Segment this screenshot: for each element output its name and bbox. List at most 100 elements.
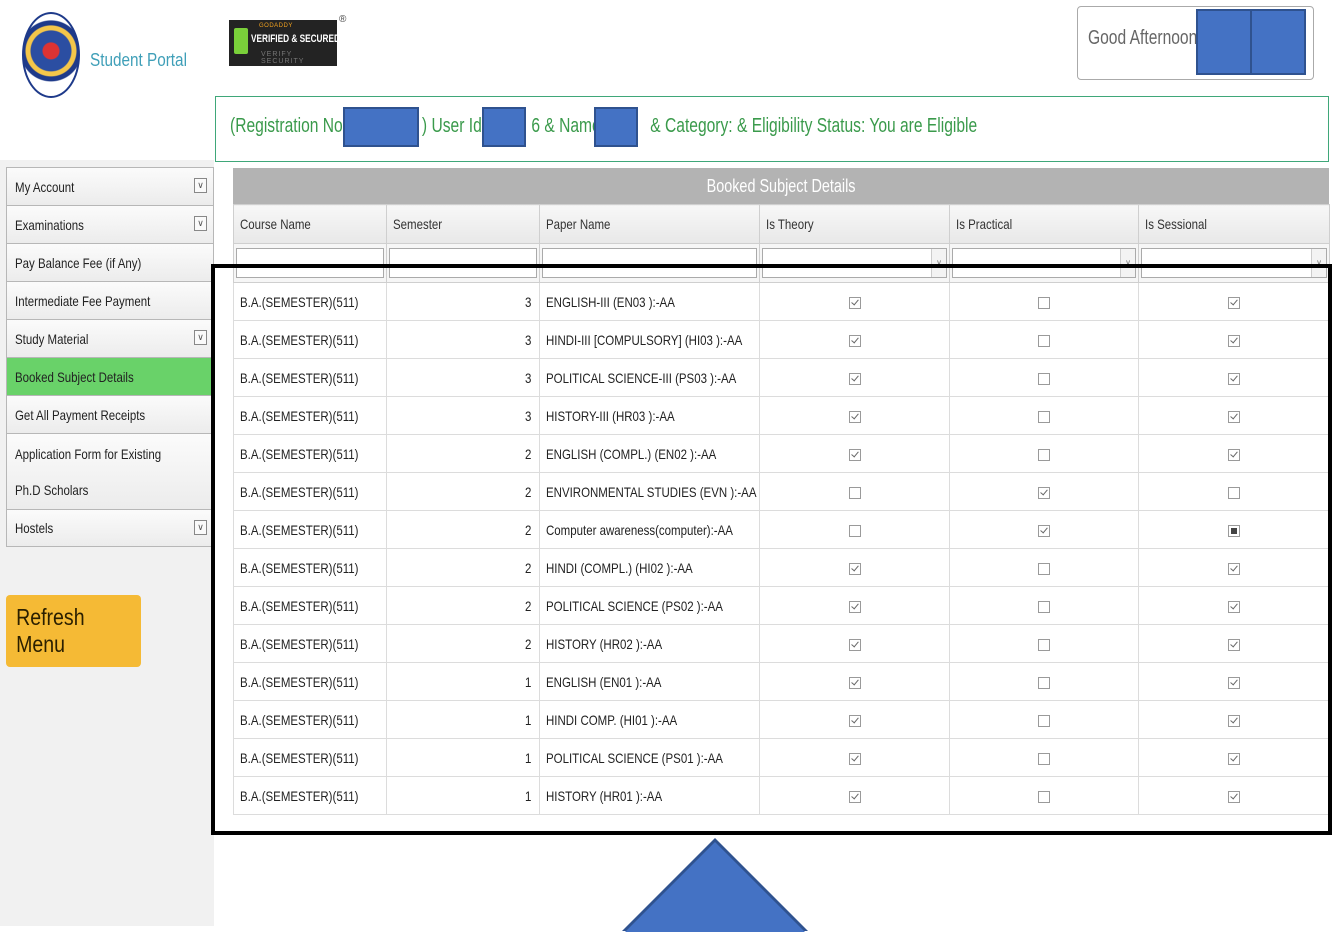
theory-checkbox[interactable] xyxy=(848,676,861,689)
column-header[interactable]: Course Name xyxy=(233,204,387,244)
semester-cell: 1 xyxy=(386,662,540,701)
column-header[interactable]: Is Practical xyxy=(949,204,1139,244)
table-row[interactable]: B.A.(SEMESTER)(511) 1 ENGLISH (EN01 ):-AA xyxy=(233,662,1330,701)
table-row[interactable]: B.A.(SEMESTER)(511) 2 HISTORY (HR02 ):-AA xyxy=(233,624,1330,663)
sidebar-item-get-all-payment-receipts[interactable]: Get All Payment Receipts xyxy=(6,395,214,433)
sessional-checkbox[interactable] xyxy=(1228,372,1240,385)
filter-select[interactable]: ∨ xyxy=(1141,248,1327,278)
practical-checkbox[interactable] xyxy=(1038,714,1050,727)
sessional-checkbox[interactable] xyxy=(1228,752,1240,765)
semester-text: 3 xyxy=(525,369,532,386)
practical-checkbox[interactable] xyxy=(1038,448,1050,461)
theory-checkbox[interactable] xyxy=(848,410,861,423)
table-row[interactable]: B.A.(SEMESTER)(511) 3 ENGLISH-III (EN03 ):… xyxy=(233,282,1330,321)
chevron-down-icon[interactable]: ∨ xyxy=(1120,249,1135,277)
sessional-checkbox[interactable] xyxy=(1228,410,1240,423)
paper-text: POLITICAL SCIENCE (PS02 ):-AA xyxy=(546,597,723,614)
course-text: B.A.(SEMESTER)(511) xyxy=(240,749,359,766)
sidebar-item-examinations[interactable]: Examinations ∨ xyxy=(6,205,214,243)
sessional-checkbox[interactable] xyxy=(1228,448,1240,461)
table-row[interactable]: B.A.(SEMESTER)(511) 1 HINDI COMP. (HI01 ):… xyxy=(233,700,1330,739)
chevron-down-icon[interactable]: ∨ xyxy=(1311,249,1326,277)
sessional-checkbox[interactable] xyxy=(1228,562,1240,575)
sidebar-item-my-account[interactable]: My Account ∨ xyxy=(6,167,214,205)
theory-checkbox[interactable] xyxy=(848,714,861,727)
sidebar-item-study-material[interactable]: Study Material ∨ xyxy=(6,319,214,357)
sessional-checkbox[interactable] xyxy=(1228,486,1240,499)
sidebar-item-application-form-for-existing-ph-d-scholars[interactable]: Application Form for Existing Ph.D Schol… xyxy=(6,433,214,509)
column-header[interactable]: Is Theory xyxy=(759,204,950,244)
theory-checkbox[interactable] xyxy=(848,524,861,537)
sessional-checkbox[interactable] xyxy=(1228,714,1240,727)
theory-checkbox[interactable] xyxy=(848,752,861,765)
practical-checkbox[interactable] xyxy=(1038,372,1050,385)
filter-input[interactable] xyxy=(236,248,384,278)
table-row[interactable]: B.A.(SEMESTER)(511) 2 HINDI (COMPL.) (HI02… xyxy=(233,548,1330,587)
table-row[interactable]: B.A.(SEMESTER)(511) 2 Computer awareness(c… xyxy=(233,510,1330,549)
practical-checkbox[interactable] xyxy=(1038,638,1050,651)
sessional-checkbox[interactable] xyxy=(1228,790,1240,803)
practical-checkbox[interactable] xyxy=(1038,676,1050,689)
theory-checkbox[interactable] xyxy=(848,296,861,309)
verified-secured-badge[interactable]: GODADDY VERIFIED & SECURED VERIFY SECURI… xyxy=(229,14,346,66)
table-row[interactable]: B.A.(SEMESTER)(511) 3 HISTORY-III (HR03 ):… xyxy=(233,396,1330,435)
theory-checkbox[interactable] xyxy=(848,334,861,347)
filter-input[interactable] xyxy=(389,248,537,278)
sessional-checkbox[interactable] xyxy=(1228,296,1240,309)
practical-checkbox[interactable] xyxy=(1038,790,1050,803)
sessional-checkbox[interactable] xyxy=(1228,638,1240,651)
table-row[interactable]: B.A.(SEMESTER)(511) 2 ENVIRONMENTAL STUDIE… xyxy=(233,472,1330,511)
semester-text: 2 xyxy=(525,483,532,500)
column-header-label: Paper Name xyxy=(546,216,611,232)
sessional-checkbox[interactable] xyxy=(1228,676,1240,689)
column-header[interactable]: Is Sessional xyxy=(1138,204,1330,244)
theory-cell xyxy=(759,776,950,815)
table-row[interactable]: B.A.(SEMESTER)(511) 2 POLITICAL SCIENCE (P… xyxy=(233,586,1330,625)
table-row[interactable]: B.A.(SEMESTER)(511) 1 HISTORY (HR01 ):-AA xyxy=(233,776,1330,815)
table-row[interactable]: B.A.(SEMESTER)(511) 3 HINDI-III [COMPULSOR… xyxy=(233,320,1330,359)
practical-checkbox[interactable] xyxy=(1038,486,1050,499)
filter-select[interactable]: ∨ xyxy=(762,248,947,278)
practical-cell xyxy=(949,282,1139,321)
chevron-down-icon[interactable]: ∨ xyxy=(194,520,207,535)
theory-checkbox[interactable] xyxy=(848,372,861,385)
column-header[interactable]: Semester xyxy=(386,204,540,244)
sidebar-item-booked-subject-details[interactable]: Booked Subject Details xyxy=(6,357,214,395)
practical-checkbox[interactable] xyxy=(1038,752,1050,765)
chevron-down-icon[interactable]: ∨ xyxy=(194,216,207,231)
sessional-checkbox[interactable] xyxy=(1228,600,1240,613)
practical-checkbox[interactable] xyxy=(1038,562,1050,575)
paper-cell: HINDI (COMPL.) (HI02 ):-AA xyxy=(539,548,760,587)
table-row[interactable]: B.A.(SEMESTER)(511) 3 POLITICAL SCIENCE-II… xyxy=(233,358,1330,397)
theory-checkbox[interactable] xyxy=(848,790,861,803)
column-header[interactable]: Paper Name xyxy=(539,204,760,244)
practical-checkbox[interactable] xyxy=(1038,410,1050,423)
refresh-menu-button[interactable]: Refresh Menu xyxy=(6,595,141,667)
practical-checkbox[interactable] xyxy=(1038,524,1050,537)
sessional-checkbox[interactable] xyxy=(1228,524,1240,537)
theory-checkbox[interactable] xyxy=(848,600,861,613)
theory-checkbox[interactable] xyxy=(848,486,861,499)
table-row[interactable]: B.A.(SEMESTER)(511) 2 ENGLISH (COMPL.) (EN… xyxy=(233,434,1330,473)
sidebar-menu: My Account ∨ Examinations ∨ Pay Balance Fee … xyxy=(6,167,214,547)
chevron-down-icon[interactable]: ∨ xyxy=(194,178,207,193)
chevron-down-icon[interactable]: ∨ xyxy=(931,249,946,277)
chevron-down-icon[interactable]: ∨ xyxy=(194,330,207,345)
paper-cell: ENVIRONMENTAL STUDIES (EVN ):-AA xyxy=(539,472,760,511)
theory-cell xyxy=(759,282,950,321)
filter-select[interactable]: ∨ xyxy=(952,248,1136,278)
practical-checkbox[interactable] xyxy=(1038,600,1050,613)
practical-checkbox[interactable] xyxy=(1038,334,1050,347)
column-header-label: Is Sessional xyxy=(1145,216,1207,232)
filter-input[interactable] xyxy=(542,248,757,278)
sidebar-item-hostels[interactable]: Hostels ∨ xyxy=(6,509,214,547)
sidebar-item-intermediate-fee-payment[interactable]: Intermediate Fee Payment xyxy=(6,281,214,319)
table-row[interactable]: B.A.(SEMESTER)(511) 1 POLITICAL SCIENCE (P… xyxy=(233,738,1330,777)
sessional-checkbox[interactable] xyxy=(1228,334,1240,347)
practical-checkbox[interactable] xyxy=(1038,296,1050,309)
theory-checkbox[interactable] xyxy=(848,638,861,651)
sidebar-item-pay-balance-fee-if-any[interactable]: Pay Balance Fee (if Any) xyxy=(6,243,214,281)
theory-checkbox[interactable] xyxy=(848,448,861,461)
practical-cell xyxy=(949,738,1139,777)
theory-checkbox[interactable] xyxy=(848,562,861,575)
